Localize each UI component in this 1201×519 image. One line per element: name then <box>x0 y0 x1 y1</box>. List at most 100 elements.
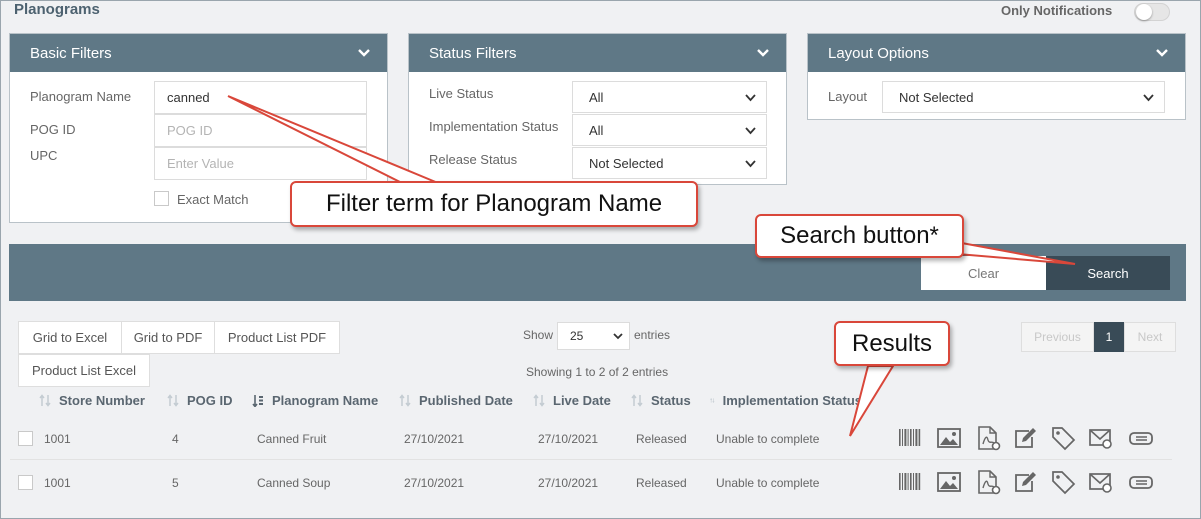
cell-planogram-name: Canned Soup <box>257 476 331 490</box>
pdf-settings-icon[interactable] <box>975 469 1001 495</box>
only-notifications-toggle[interactable] <box>1134 3 1170 21</box>
planogram-name-label: Planogram Name <box>30 89 132 104</box>
search-button-callout: Search button* <box>755 214 964 258</box>
ticket-icon[interactable] <box>1128 425 1154 451</box>
grid-to-pdf-button[interactable]: Grid to PDF <box>121 321 215 354</box>
chevron-down-icon <box>613 333 623 340</box>
chevron-down-icon <box>745 159 756 167</box>
release-status-select[interactable]: Not Selected <box>572 147 767 179</box>
col-store-number-label: Store Number <box>59 393 145 408</box>
product-list-pdf-button[interactable]: Product List PDF <box>214 321 340 354</box>
upc-label: UPC <box>30 148 58 163</box>
email-icon[interactable] <box>1088 425 1114 451</box>
col-pog-id-label: POG ID <box>187 393 233 408</box>
cell-implementation-status: Unable to complete <box>716 476 820 490</box>
layout-select[interactable]: Not Selected <box>882 81 1165 113</box>
tag-icon[interactable] <box>1050 469 1076 495</box>
col-status[interactable]: Status <box>631 393 691 408</box>
cell-pog-id: 4 <box>172 432 179 446</box>
next-page-button[interactable]: Next <box>1124 322 1176 352</box>
live-status-label: Live Status <box>429 86 494 101</box>
status-filters-title: Status Filters <box>429 44 517 62</box>
upc-input[interactable]: Enter Value <box>154 147 367 180</box>
previous-page-button[interactable]: Previous <box>1021 322 1094 352</box>
edit-icon[interactable] <box>1012 469 1038 495</box>
product-list-excel-button[interactable]: Product List Excel <box>18 354 150 387</box>
pdf-settings-icon[interactable] <box>975 425 1001 451</box>
col-implementation-status-label: Implementation Status <box>722 393 862 408</box>
cell-pog-id: 5 <box>172 476 179 490</box>
chevron-down-icon <box>1143 93 1154 101</box>
planogram-name-input[interactable]: canned <box>154 81 367 114</box>
grid-to-excel-button[interactable]: Grid to Excel <box>18 321 122 354</box>
sort-icon <box>167 394 179 407</box>
col-store-number[interactable]: Store Number <box>39 393 145 408</box>
release-status-value: Not Selected <box>589 155 664 171</box>
col-planogram-name-label: Planogram Name <box>272 393 379 408</box>
row-checkbox[interactable] <box>18 431 33 446</box>
cell-implementation-status: Unable to complete <box>716 432 820 446</box>
sort-icon <box>39 394 51 407</box>
chevron-down-icon <box>745 93 756 101</box>
live-status-select[interactable]: All <box>572 81 767 113</box>
filter-term-callout: Filter term for Planogram Name <box>290 181 698 227</box>
status-filters-panel: Status Filters Live Status All Implement… <box>408 33 787 185</box>
page-1-button[interactable]: 1 <box>1094 322 1124 352</box>
layout-value: Not Selected <box>899 89 974 105</box>
row-checkbox[interactable] <box>18 475 33 490</box>
image-icon[interactable] <box>936 425 962 451</box>
clear-button[interactable]: Clear <box>921 256 1046 290</box>
live-status-value: All <box>589 89 604 105</box>
sort-icon <box>533 394 545 407</box>
cell-live-date: 27/10/2021 <box>538 476 599 490</box>
image-icon[interactable] <box>936 469 962 495</box>
implementation-status-select[interactable]: All <box>572 114 767 146</box>
results-callout: Results <box>834 321 950 366</box>
cell-status: Released <box>636 432 687 446</box>
exact-match-checkbox[interactable] <box>154 191 169 206</box>
chevron-down-icon[interactable] <box>1155 46 1169 60</box>
only-notifications-label: Only Notifications <box>1001 3 1113 18</box>
basic-filters-header[interactable]: Basic Filters <box>10 34 387 72</box>
entries-label: entries <box>634 328 671 342</box>
layout-options-header[interactable]: Layout Options <box>808 34 1185 72</box>
chevron-down-icon[interactable] <box>357 46 371 60</box>
sort-icon <box>399 394 411 407</box>
cell-status: Released <box>636 476 687 490</box>
col-status-label: Status <box>651 393 691 408</box>
col-planogram-name[interactable]: Planogram Name <box>252 393 378 408</box>
chevron-down-icon <box>745 126 756 134</box>
page-title: Planograms <box>14 1 100 18</box>
col-live-date[interactable]: Live Date <box>533 393 611 408</box>
col-implementation-status[interactable]: Implementation Status <box>710 393 862 408</box>
email-icon[interactable] <box>1088 469 1114 495</box>
entries-length-select[interactable]: 25 <box>557 322 630 350</box>
sort-icon <box>631 394 643 407</box>
ticket-icon[interactable] <box>1128 469 1154 495</box>
exact-match-label: Exact Match <box>177 192 249 207</box>
pog-id-input[interactable]: POG ID <box>154 114 367 147</box>
search-button[interactable]: Search <box>1046 256 1170 290</box>
col-live-date-label: Live Date <box>553 393 611 408</box>
entries-length-value: 25 <box>570 329 584 343</box>
sort-ascending-icon <box>252 395 263 407</box>
cell-store-number: 1001 <box>44 432 71 446</box>
col-published-date[interactable]: Published Date <box>399 393 513 408</box>
tag-icon[interactable] <box>1050 425 1076 451</box>
col-pog-id[interactable]: POG ID <box>167 393 233 408</box>
table-info: Showing 1 to 2 of 2 entries <box>526 365 669 379</box>
barcode-icon[interactable] <box>897 425 923 451</box>
barcode-icon[interactable] <box>897 469 923 495</box>
layout-options-title: Layout Options <box>828 44 929 62</box>
cell-live-date: 27/10/2021 <box>538 432 599 446</box>
chevron-down-icon[interactable] <box>756 46 770 60</box>
layout-label: Layout <box>828 89 868 104</box>
cell-planogram-name: Canned Fruit <box>257 432 327 446</box>
cell-store-number: 1001 <box>44 476 71 490</box>
edit-icon[interactable] <box>1012 425 1038 451</box>
pog-id-label: POG ID <box>30 122 76 137</box>
col-published-date-label: Published Date <box>419 393 513 408</box>
status-filters-header[interactable]: Status Filters <box>409 34 786 72</box>
layout-options-panel: Layout Options Layout Not Selected <box>807 33 1186 120</box>
implementation-status-label: Implementation Status <box>429 119 559 134</box>
